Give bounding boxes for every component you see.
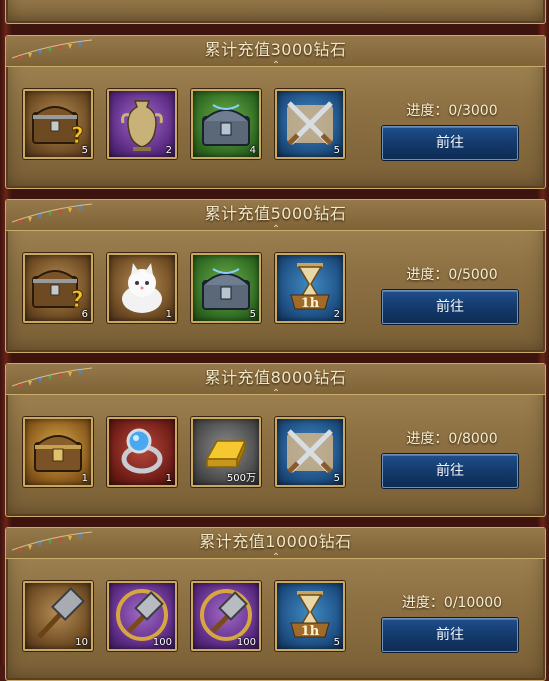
item-quantity: 10 (75, 637, 88, 648)
item-quantity: 100 (236, 637, 256, 648)
reward-item-wooden-chest[interactable]: 1 (23, 417, 93, 487)
reward-item-crossed-swords[interactable]: 5 (275, 417, 345, 487)
item-quantity: 5 (333, 145, 340, 156)
item-quantity: 5 (249, 309, 256, 320)
title-ornament: ⌃ (271, 60, 281, 71)
reward-item-hammer-emblem[interactable]: 100 (107, 581, 177, 651)
reward-item-vase[interactable]: 2 (107, 89, 177, 159)
item-quantity: 5 (81, 145, 88, 156)
item-quantity: 1 (165, 473, 172, 484)
hourglass-label: 1h (301, 296, 320, 311)
go-button[interactable]: 前往 (382, 126, 518, 160)
reward-card-5000: 累计充值5000钻石 ⌃ ? 6 1 5 1h 2 进度：0/5000 前往 (5, 199, 546, 353)
title-ornament: ⌃ (271, 224, 281, 235)
progress-text: 进度：0/10000 (401, 595, 503, 611)
reward-card-8000: 累计充值8000钻石 ⌃ 1 1 500万 5 进度：0/8000 前往 (5, 363, 546, 517)
previous-reward-card (5, 0, 546, 24)
item-quantity: 5 (333, 473, 340, 484)
reward-card-3000: 累计充值3000钻石 ⌃ ? 5 2 4 5 进度：0/3000 前往 (5, 35, 546, 189)
reward-item-sapphire-ring[interactable]: 1 (107, 417, 177, 487)
progress-text: 进度：0/3000 (406, 103, 498, 119)
hourglass-label: 1h (301, 624, 320, 639)
reward-item-speedup-1h[interactable]: 1h 2 (275, 253, 345, 323)
reward-item-mystery-chest[interactable]: ? 5 (23, 89, 93, 159)
reward-item-speedup-1h[interactable]: 1h 5 (275, 581, 345, 651)
go-button[interactable]: 前往 (382, 618, 518, 652)
progress-text: 进度：0/8000 (406, 431, 498, 447)
item-quantity: 2 (165, 145, 172, 156)
title-ornament: ⌃ (271, 388, 281, 399)
reward-item-war-hammer[interactable]: 10 (23, 581, 93, 651)
reward-card-10000: 累计充值10000钻石 ⌃ 10 100 100 1h 5 进度：0/10000… (5, 527, 546, 681)
item-quantity: 500万 (226, 473, 256, 484)
item-quantity: 4 (249, 145, 256, 156)
reward-item-gold-bar[interactable]: 500万 (191, 417, 261, 487)
title-ornament: ⌃ (271, 552, 281, 563)
go-button[interactable]: 前往 (382, 454, 518, 488)
item-quantity: 5 (333, 637, 340, 648)
reward-item-hammer-emblem[interactable]: 100 (191, 581, 261, 651)
reward-item-crossed-swords[interactable]: 5 (275, 89, 345, 159)
reward-item-silver-chest[interactable]: 5 (191, 253, 261, 323)
item-quantity: 6 (81, 309, 88, 320)
reward-item-mystery-chest[interactable]: ? 6 (23, 253, 93, 323)
item-quantity: 100 (152, 637, 172, 648)
item-quantity: 1 (165, 309, 172, 320)
go-button[interactable]: 前往 (382, 290, 518, 324)
item-quantity: 2 (333, 309, 340, 320)
reward-item-silver-chest[interactable]: 4 (191, 89, 261, 159)
item-quantity: 1 (81, 473, 88, 484)
reward-item-white-cat[interactable]: 1 (107, 253, 177, 323)
progress-text: 进度：0/5000 (406, 267, 498, 283)
